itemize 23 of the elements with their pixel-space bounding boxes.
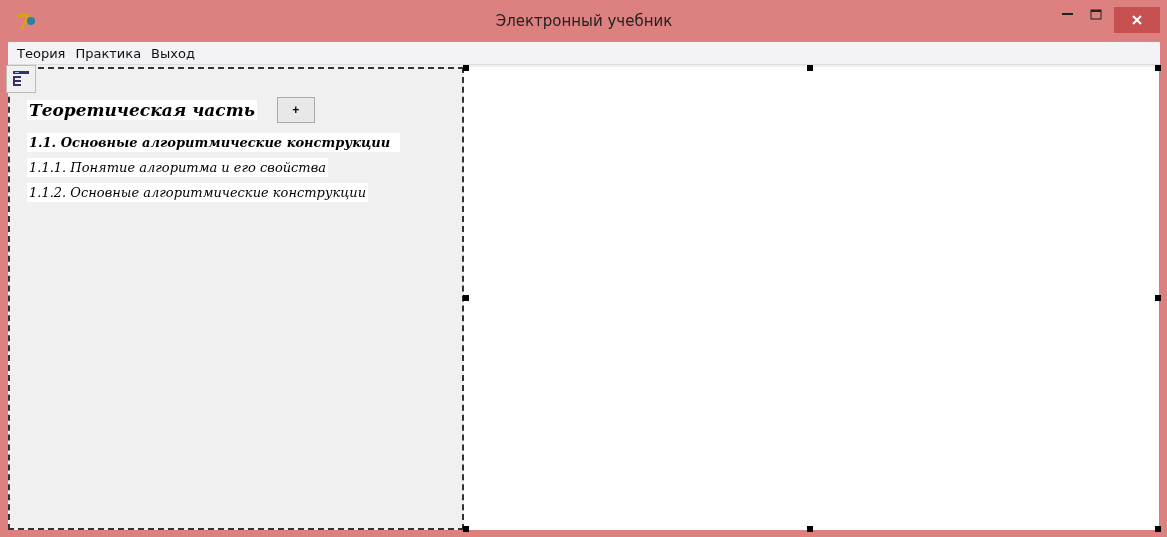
resize-handle[interactable] (1155, 295, 1161, 301)
minimize-icon (1062, 12, 1074, 16)
resize-handle[interactable] (1155, 526, 1161, 532)
resize-handle[interactable] (463, 65, 469, 71)
app-logo-icon (16, 11, 38, 31)
topic-link[interactable]: 1.1.1. Понятие алгоритма и его свойства (27, 158, 328, 177)
topic-link[interactable]: 1.1.2. Основные алгоритмические конструкции (27, 183, 369, 202)
expand-button[interactable]: + (276, 97, 315, 123)
resize-handle[interactable] (463, 526, 469, 532)
menu-item[interactable]: Выход (146, 45, 200, 61)
close-button[interactable] (1114, 7, 1160, 33)
resize-handle[interactable] (807, 526, 813, 532)
menu-item[interactable]: Практика (70, 45, 147, 61)
resize-handle[interactable] (1155, 65, 1161, 71)
section-heading: Теоретическая часть (27, 100, 257, 120)
section-link[interactable]: 1.1. Основные алгоритмические конструкции (27, 133, 401, 152)
menu-item[interactable]: Теория (12, 45, 71, 61)
resize-handle[interactable] (807, 65, 813, 71)
resize-handle[interactable] (463, 295, 469, 301)
window-title: Электронный учебник (495, 12, 673, 30)
close-icon (1132, 15, 1142, 25)
maximize-icon (1090, 8, 1102, 20)
tree-view-icon[interactable] (6, 65, 36, 93)
